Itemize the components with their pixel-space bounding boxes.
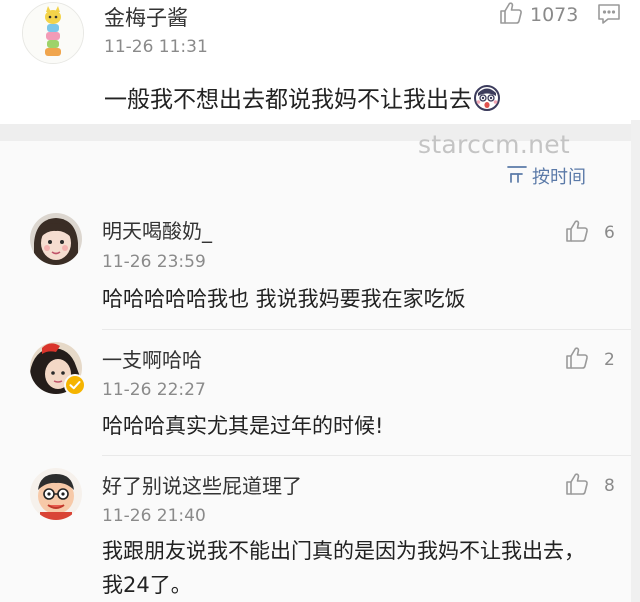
top-comment-text: 一般我不想出去都说我妈不让我出去 — [104, 80, 500, 117]
reply-like-button[interactable]: 2 — [564, 345, 615, 375]
comment-icon — [597, 4, 621, 29]
thumbs-up-icon — [564, 218, 590, 248]
sort-by-time-button[interactable]: 按时间 — [506, 163, 586, 189]
reply-list: 明天喝酸奶_ 11-26 23:59 哈哈哈哈哈我也 我说我妈要我在家吃饭 6 — [0, 199, 631, 602]
reply-text: 哈哈哈真实尤其是过年的时候! — [102, 414, 384, 438]
thumbs-up-icon — [498, 0, 524, 30]
reply-time: 11-26 23:59 — [102, 252, 206, 272]
reply-text: 我跟朋友说我不能出门真的是因为我妈不让我出去，我24了。 — [102, 539, 585, 597]
reply-like-count: 2 — [604, 350, 615, 370]
reply-username[interactable]: 明天喝酸奶_ — [102, 215, 212, 244]
reply-avatar[interactable] — [30, 468, 82, 520]
top-comment-username[interactable]: 金梅子酱 — [104, 2, 188, 32]
right-edge-strip — [631, 120, 640, 602]
reply-button[interactable] — [597, 3, 621, 29]
reply-item: 一支啊哈哈 11-26 22:27 哈哈哈真实尤其是过年的时候! 2 — [0, 330, 631, 455]
thumbs-up-icon — [564, 471, 590, 501]
top-comment-like-count: 1073 — [530, 4, 579, 26]
reply-item: 好了别说这些屁道理了 11-26 21:40 我跟朋友说我不能出门真的是因为我妈… — [0, 456, 631, 602]
verified-badge-icon — [64, 374, 86, 396]
reply-avatar[interactable] — [30, 213, 82, 265]
sort-label: 按时间 — [532, 167, 586, 188]
shocked-face-emoji-icon — [474, 85, 500, 117]
reply-like-button[interactable]: 6 — [564, 218, 615, 248]
reply-text: 哈哈哈哈哈我也 我说我妈要我在家吃饭 — [102, 287, 466, 311]
reply-item: 明天喝酸奶_ 11-26 23:59 哈哈哈哈哈我也 我说我妈要我在家吃饭 6 — [0, 199, 631, 329]
top-comment: 金梅子酱 11-26 11:31 一般我不想出去都说我妈不让我出去 1073 — [0, 0, 640, 124]
reply-like-count: 6 — [604, 223, 615, 243]
reply-time: 11-26 21:40 — [102, 506, 206, 526]
reply-like-button[interactable]: 8 — [564, 471, 615, 501]
reply-like-count: 8 — [604, 476, 615, 496]
sort-lines-icon — [506, 164, 528, 188]
top-comment-like-button[interactable]: 1073 — [498, 0, 578, 30]
reply-username[interactable]: 一支啊哈哈 — [102, 344, 202, 373]
top-comment-time: 11-26 11:31 — [104, 37, 208, 57]
comment-detail-page: 金梅子酱 11-26 11:31 一般我不想出去都说我妈不让我出去 1073 s… — [0, 0, 640, 602]
reply-username[interactable]: 好了别说这些屁道理了 — [102, 470, 302, 499]
top-comment-avatar[interactable] — [22, 2, 84, 64]
thumbs-up-icon — [564, 345, 590, 375]
reply-time: 11-26 22:27 — [102, 380, 206, 400]
top-comment-text-body: 一般我不想出去都说我妈不让我出去 — [104, 87, 472, 113]
watermark: starccm.net — [418, 130, 570, 159]
